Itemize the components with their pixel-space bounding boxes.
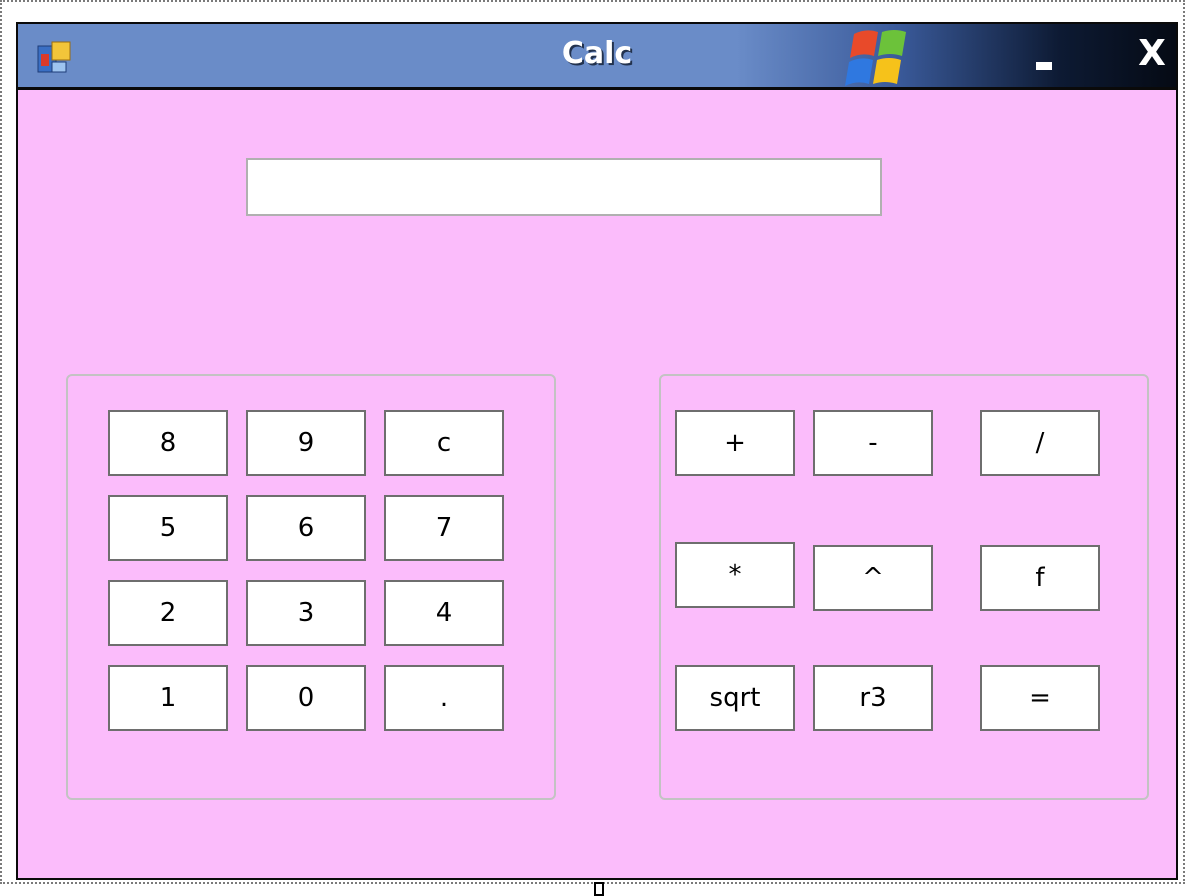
window-title: Calc bbox=[561, 36, 633, 71]
key-6-button[interactable]: 6 bbox=[246, 495, 366, 561]
key-4-button[interactable]: 4 bbox=[384, 580, 504, 646]
add-button[interactable]: + bbox=[675, 410, 795, 476]
equals-button[interactable]: = bbox=[980, 665, 1100, 731]
subtract-button[interactable]: - bbox=[813, 410, 933, 476]
key-1-button[interactable]: 1 bbox=[108, 665, 228, 731]
key-3-button[interactable]: 3 bbox=[246, 580, 366, 646]
key-8-button[interactable]: 8 bbox=[108, 410, 228, 476]
clear-button[interactable]: c bbox=[384, 410, 504, 476]
minimize-button[interactable] bbox=[1022, 34, 1066, 78]
cube-root-button[interactable]: r3 bbox=[813, 665, 933, 731]
resize-handle[interactable] bbox=[594, 882, 604, 896]
close-button[interactable]: X bbox=[1130, 32, 1174, 76]
key-9-button[interactable]: 9 bbox=[246, 410, 366, 476]
minimize-icon bbox=[1036, 62, 1052, 70]
key-5-button[interactable]: 5 bbox=[108, 495, 228, 561]
f-button[interactable]: f bbox=[980, 545, 1100, 611]
key-7-button[interactable]: 7 bbox=[384, 495, 504, 561]
title-bar[interactable]: Calc X bbox=[18, 24, 1176, 90]
power-button[interactable]: ^ bbox=[813, 545, 933, 611]
display-input[interactable] bbox=[246, 158, 882, 216]
sqrt-button[interactable]: sqrt bbox=[675, 665, 795, 731]
multiply-button[interactable]: * bbox=[675, 542, 795, 608]
decimal-point-button[interactable]: . bbox=[384, 665, 504, 731]
calc-window: Calc X 8 9 c 5 6 7 2 3 4 1 0 . + - / * ^… bbox=[16, 22, 1178, 880]
key-0-button[interactable]: 0 bbox=[246, 665, 366, 731]
windows-logo-icon bbox=[845, 30, 906, 86]
divide-button[interactable]: / bbox=[980, 410, 1100, 476]
key-2-button[interactable]: 2 bbox=[108, 580, 228, 646]
